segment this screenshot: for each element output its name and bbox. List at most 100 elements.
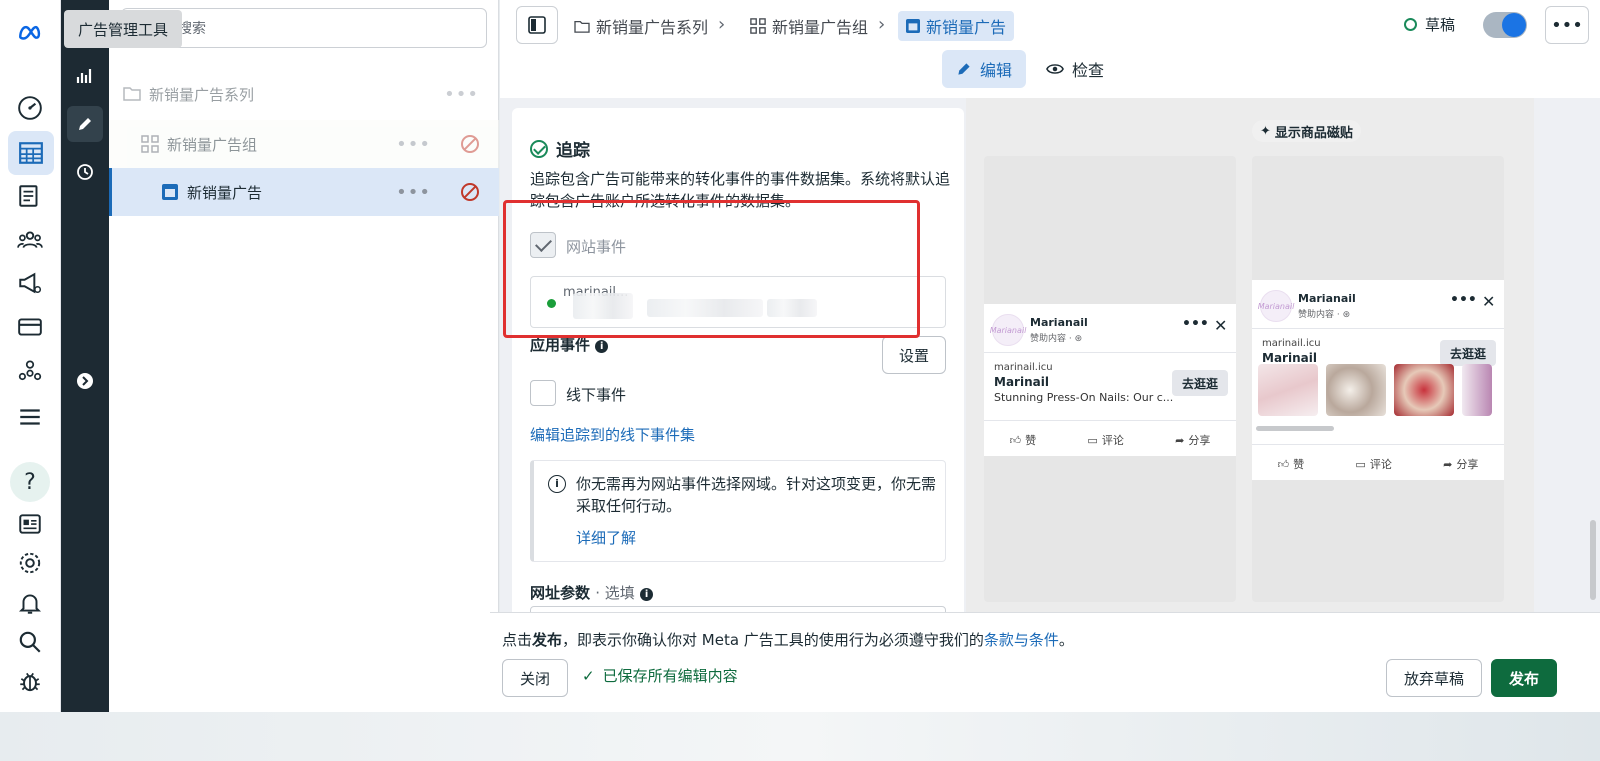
ads-manager-table-icon[interactable] bbox=[8, 131, 54, 175]
post-actions: 👍︎ 赞 ▭ 评论 ➦ 分享 bbox=[1252, 456, 1504, 472]
edit-offline-events-link[interactable]: 编辑追踪到的线下事件集 bbox=[530, 424, 695, 445]
tracking-title-label: 追踪 bbox=[556, 141, 590, 161]
chevron-right-icon: › bbox=[718, 14, 726, 35]
dataset-selector[interactable]: marinail... bbox=[530, 276, 946, 328]
tree-ad-label: 新销量广告 bbox=[187, 183, 263, 202]
expand-panel-icon[interactable] bbox=[67, 363, 103, 399]
help-icon[interactable]: ? bbox=[10, 462, 50, 502]
page-name: Marianail bbox=[1030, 316, 1088, 329]
learn-more-link[interactable]: 详细了解 bbox=[576, 527, 636, 548]
redacted-block bbox=[767, 299, 817, 317]
post-more-icon: ••• bbox=[1182, 316, 1209, 332]
section-complete-icon bbox=[530, 139, 548, 158]
breadcrumb-ad[interactable]: 新销量广告 bbox=[898, 11, 1015, 41]
tab-edit[interactable]: 编辑 bbox=[942, 50, 1027, 88]
shop-now-button: 去逛逛 bbox=[1440, 340, 1497, 366]
dashboard-gauge-icon[interactable] bbox=[14, 92, 46, 124]
sidebar-icon bbox=[528, 16, 546, 34]
redacted-block bbox=[573, 293, 633, 319]
adset-more-icon[interactable]: ••• bbox=[396, 134, 431, 155]
tooltip: 广告管理工具 bbox=[64, 10, 183, 48]
eye-icon bbox=[1046, 64, 1064, 74]
audiences-icon[interactable] bbox=[14, 224, 46, 256]
ad-more-icon[interactable]: ••• bbox=[396, 182, 431, 203]
billing-card-icon[interactable] bbox=[14, 311, 46, 343]
publish-terms-text: 点击发布，即表示你确认你对 Meta 广告工具的使用行为必须遵守我们的条款与条件… bbox=[502, 631, 1074, 649]
campaign-megaphone-icon[interactable] bbox=[14, 267, 46, 299]
website-events-label: 网站事件 bbox=[566, 238, 627, 256]
publish-button[interactable]: 发布 bbox=[1491, 659, 1557, 697]
breadcrumb-campaign[interactable]: 新销量广告系列 bbox=[574, 11, 708, 41]
tracking-description: 追踪包含广告可能带来的转化事件的事件数据集。系统将默认追踪包含广告账户所选转化事… bbox=[530, 170, 951, 210]
product-thumbnail bbox=[1326, 364, 1386, 416]
info-icon: i bbox=[640, 588, 654, 601]
breadcrumb-adset[interactable]: 新销量广告组 bbox=[750, 11, 868, 41]
meta-logo-icon[interactable] bbox=[14, 16, 46, 48]
saved-status: ✓ 已保存所有编辑内容 bbox=[582, 665, 738, 686]
sparkle-icon: ✦ bbox=[1260, 123, 1271, 139]
offline-events-checkbox[interactable] bbox=[530, 380, 556, 406]
adset-grid-icon bbox=[141, 135, 159, 153]
draft-status-icon bbox=[1404, 18, 1417, 31]
page-scrollbar[interactable] bbox=[1590, 520, 1596, 600]
tab-review[interactable]: 检查 bbox=[1032, 50, 1118, 88]
share-icon: ➦ bbox=[1443, 457, 1453, 471]
like-action: 👍︎ 赞 bbox=[1277, 457, 1305, 472]
tree-row-ad[interactable]: 新销量广告 ••• bbox=[109, 168, 499, 216]
toggle-sidebar-button[interactable] bbox=[516, 6, 558, 44]
saved-status-label: 已保存所有编辑内容 bbox=[602, 667, 738, 685]
ad-icon bbox=[162, 184, 178, 200]
shop-now-button: 去逛逛 bbox=[1172, 370, 1229, 396]
more-options-button[interactable]: ••• bbox=[1545, 6, 1589, 44]
history-clock-icon[interactable] bbox=[67, 154, 103, 190]
tab-edit-label: 编辑 bbox=[980, 61, 1013, 80]
info-circle-icon: i bbox=[548, 475, 566, 493]
product-thumbnail bbox=[1394, 364, 1454, 416]
ad-on-off-toggle[interactable] bbox=[1483, 12, 1527, 38]
tree-row-campaign[interactable]: 新销量广告系列 ••• bbox=[109, 70, 499, 118]
business-network-icon[interactable] bbox=[14, 354, 46, 386]
link-domain: marinail.icu bbox=[994, 362, 1053, 373]
campaign-more-icon[interactable]: ••• bbox=[444, 84, 479, 105]
tracking-section-card: 追踪 追踪包含广告可能带来的转化事件的事件数据集。系统将默认追踪包含广告账户所选… bbox=[512, 108, 964, 625]
share-icon: ➦ bbox=[1175, 433, 1185, 447]
report-bug-icon[interactable] bbox=[14, 665, 46, 697]
notice-text: 你无需再为网站事件选择网域。针对这项变更，你无需采取任何行动。 bbox=[576, 475, 937, 515]
desktop-background-strip bbox=[0, 712, 1600, 761]
folder-icon bbox=[574, 20, 590, 33]
link-caption: Stunning Press-On Nails: Our c... bbox=[994, 391, 1174, 404]
close-button[interactable]: 关闭 bbox=[502, 659, 568, 697]
performance-chart-icon[interactable] bbox=[67, 58, 103, 94]
tree-adset-label: 新销量广告组 bbox=[167, 135, 258, 154]
badge-label: 显示商品磁贴 bbox=[1274, 125, 1353, 141]
tree-campaign-label: 新销量广告系列 bbox=[149, 85, 255, 104]
page-avatar: Marianail bbox=[1258, 290, 1294, 322]
editor-footer: 点击发布，即表示你确认你对 Meta 广告工具的使用行为必须遵守我们的条款与条件… bbox=[490, 612, 1600, 712]
all-tools-menu-icon[interactable] bbox=[14, 401, 46, 433]
discard-draft-button[interactable]: 放弃草稿 bbox=[1386, 659, 1482, 697]
comment-action: ▭ 评论 bbox=[1087, 433, 1124, 448]
folder-icon bbox=[123, 87, 141, 101]
product-thumbnail bbox=[1462, 364, 1492, 416]
link-brand: Marinail bbox=[1262, 351, 1317, 365]
notifications-bell-icon[interactable] bbox=[14, 587, 46, 619]
show-product-tiles-badge[interactable]: ✦ 显示商品磁贴 bbox=[1252, 120, 1361, 142]
reports-icon[interactable] bbox=[14, 180, 46, 212]
redacted-block bbox=[647, 299, 763, 317]
website-events-checkbox[interactable] bbox=[530, 232, 556, 258]
share-action: ➦ 分享 bbox=[1175, 433, 1211, 448]
news-icon[interactable] bbox=[14, 508, 46, 540]
search-icon[interactable] bbox=[14, 626, 46, 658]
edit-pencil-icon[interactable] bbox=[67, 106, 103, 142]
app-events-setup-button[interactable]: 设置 bbox=[882, 336, 946, 374]
post-actions: 👍︎ 赞 ▭ 评论 ➦ 分享 bbox=[984, 432, 1236, 448]
settings-gear-icon[interactable] bbox=[14, 547, 46, 579]
product-thumbnail bbox=[1258, 364, 1318, 416]
page-name: Marianail bbox=[1298, 292, 1356, 305]
breadcrumb-ad-label: 新销量广告 bbox=[926, 18, 1007, 37]
checkmark-icon: ✓ bbox=[582, 666, 595, 685]
comment-action: ▭ 评论 bbox=[1355, 457, 1392, 472]
terms-link[interactable]: 条款与条件 bbox=[984, 631, 1059, 649]
tree-row-adset[interactable]: 新销量广告组 ••• bbox=[109, 120, 499, 168]
draft-status-label: 草稿 bbox=[1425, 16, 1456, 34]
